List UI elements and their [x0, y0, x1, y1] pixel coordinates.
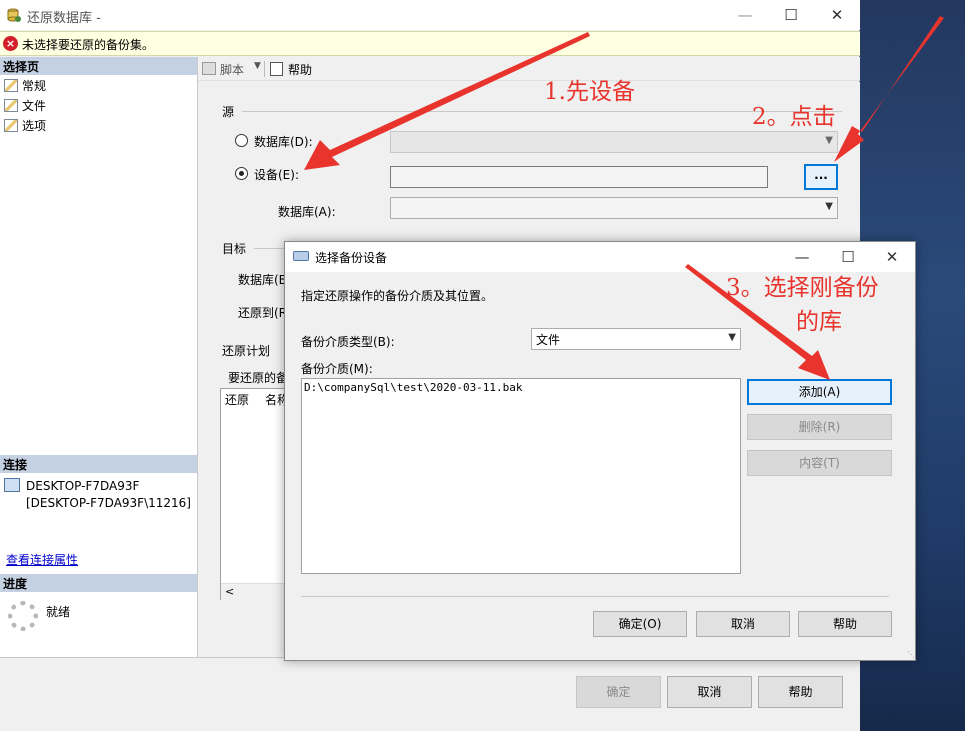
- annotation-step3-line1: 3。选择刚备份: [726, 275, 879, 301]
- chevron-down-icon[interactable]: ▼: [254, 61, 261, 71]
- source-database-combo: ▼: [390, 131, 838, 153]
- script-icon: [202, 62, 216, 75]
- backup-sets-label: 要还原的备: [228, 371, 289, 385]
- dialog-title: 选择备份设备: [315, 251, 388, 265]
- main-titlebar: 还原数据库 - — ☐ ✕: [0, 0, 860, 30]
- connection-header: 连接: [0, 455, 197, 473]
- chevron-left-icon[interactable]: <: [225, 585, 234, 598]
- dialog-ok-button[interactable]: 确定(O): [593, 611, 687, 637]
- backup-media-list[interactable]: D:\companySql\test\2020-03-11.bak: [301, 378, 741, 574]
- connection-instance: [DESKTOP-F7DA93F\11216]: [26, 496, 191, 510]
- add-media-button[interactable]: 添加(A): [747, 379, 892, 405]
- progress-header: 进度: [0, 574, 197, 592]
- minimize-button[interactable]: —: [722, 0, 768, 30]
- error-message: 未选择要还原的备份集。: [22, 38, 155, 52]
- toolbar: 脚本 ▼ 帮助: [198, 57, 860, 81]
- media-type-value: 文件: [536, 333, 561, 347]
- tape-device-icon: [293, 251, 309, 261]
- window-title: 还原数据库 -: [27, 11, 101, 26]
- page-icon: [4, 99, 18, 112]
- database-radio-label: 数据库(D):: [254, 135, 313, 149]
- remove-media-button[interactable]: 删除(R): [747, 414, 892, 440]
- restore-plan-group-label: 还原计划: [222, 344, 271, 358]
- device-radio[interactable]: [235, 167, 248, 180]
- browse-device-button[interactable]: ...: [804, 164, 838, 190]
- page-item-files[interactable]: 文件: [4, 97, 46, 115]
- dialog-cancel-button[interactable]: 取消: [696, 611, 790, 637]
- database-restore-icon: [7, 8, 21, 22]
- device-database-label: 数据库(A):: [278, 205, 336, 219]
- dialog-description: 指定还原操作的备份介质及其位置。: [301, 289, 494, 303]
- select-page-header: 选择页: [0, 57, 197, 75]
- page-item-general[interactable]: 常规: [4, 77, 46, 95]
- page-item-options[interactable]: 选项: [4, 117, 46, 135]
- annotation-step1: 1.先设备: [544, 79, 635, 105]
- resize-grip-icon[interactable]: ⋱: [907, 650, 915, 659]
- chevron-down-icon: ▼: [728, 332, 736, 343]
- dialog-help-button[interactable]: 帮助: [798, 611, 892, 637]
- backup-media-label: 备份介质(M):: [301, 362, 373, 376]
- dialog-divider: [301, 596, 889, 597]
- device-database-combo[interactable]: ▼: [390, 197, 838, 219]
- contents-button[interactable]: 内容(T): [747, 450, 892, 476]
- server-icon: [4, 478, 20, 492]
- list-item[interactable]: D:\companySql\test\2020-03-11.bak: [304, 381, 523, 394]
- toolbar-separator: [264, 61, 265, 77]
- cancel-button[interactable]: 取消: [667, 676, 752, 708]
- script-button[interactable]: 脚本: [220, 61, 244, 78]
- device-path-field[interactable]: [390, 166, 768, 188]
- target-database-label: 数据库(B: [238, 273, 287, 287]
- horizontal-scrollbar[interactable]: <: [221, 583, 291, 600]
- grid-header-restore[interactable]: 还原: [225, 391, 249, 408]
- annotation-step3-line2: 的库: [796, 309, 842, 335]
- connection-server: DESKTOP-F7DA93F: [26, 479, 140, 493]
- database-radio[interactable]: [235, 134, 248, 147]
- progress-status: 就绪: [46, 605, 71, 619]
- backup-sets-grid[interactable]: 还原 名称 <: [220, 388, 291, 600]
- chevron-down-icon: ▼: [825, 135, 833, 146]
- maximize-button[interactable]: ☐: [768, 0, 814, 30]
- error-bar: × 未选择要还原的备份集。: [0, 31, 860, 56]
- target-group-label: 目标: [222, 242, 247, 256]
- view-connection-properties-link[interactable]: 查看连接属性: [6, 551, 78, 568]
- page-icon: [4, 119, 18, 132]
- help-icon: [270, 62, 283, 76]
- media-type-select[interactable]: 文件 ▼: [531, 328, 741, 350]
- ok-button[interactable]: 确定: [576, 676, 661, 708]
- source-group-label: 源: [222, 105, 235, 119]
- progress-spinner-icon: [8, 601, 38, 631]
- page-icon: [4, 79, 18, 92]
- device-radio-label: 设备(E):: [254, 168, 299, 182]
- media-type-label: 备份介质类型(B):: [301, 335, 395, 349]
- help-footer-button[interactable]: 帮助: [758, 676, 843, 708]
- error-icon: ×: [3, 36, 18, 51]
- restore-to-label: 还原到(R: [238, 306, 288, 320]
- help-button[interactable]: 帮助: [288, 61, 312, 78]
- left-pane: 选择页 常规 文件 选项 连接 DESKTOP-F7DA93F [DESKTOP…: [0, 57, 198, 657]
- close-button[interactable]: ✕: [814, 0, 860, 30]
- main-footer: 确定 取消 帮助: [0, 657, 860, 731]
- chevron-down-icon: ▼: [825, 201, 833, 212]
- annotation-step2: 2。点击: [752, 104, 836, 130]
